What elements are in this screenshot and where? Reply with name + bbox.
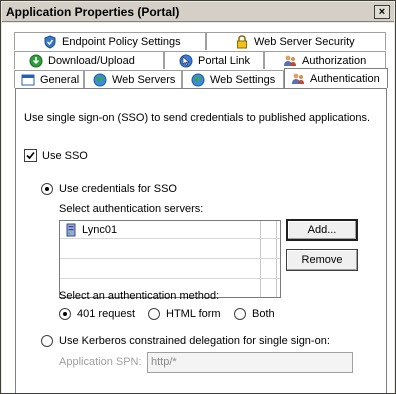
method-both-label: Both bbox=[252, 308, 275, 320]
server-icon bbox=[64, 223, 78, 237]
globe-icon bbox=[191, 73, 205, 87]
tab-label: Download/Upload bbox=[48, 54, 135, 67]
tab-endpoint-policy-settings[interactable]: Endpoint Policy Settings bbox=[14, 32, 206, 50]
add-button[interactable]: Add... bbox=[286, 219, 358, 241]
dialog-window: Application Properties (Portal) × Endpoi… bbox=[0, 0, 396, 394]
tab-web-server-security[interactable]: Web Server Security bbox=[206, 32, 386, 50]
tab-label: Web Servers bbox=[112, 73, 176, 86]
use-credentials-label: Use credentials for SSO bbox=[59, 183, 177, 195]
spn-input[interactable]: http/* bbox=[147, 352, 353, 373]
server-name: Lync01 bbox=[82, 224, 118, 236]
portal-link-icon bbox=[179, 54, 193, 68]
tab-label: General bbox=[40, 73, 80, 86]
method-both-radio[interactable] bbox=[234, 308, 246, 320]
tab-portal-link[interactable]: Portal Link bbox=[164, 51, 264, 69]
list-item[interactable]: Lync01 bbox=[61, 222, 279, 238]
listbox-row-divider bbox=[60, 278, 280, 279]
tab-label: Portal Link bbox=[198, 54, 250, 67]
kerberos-label: Use Kerberos constrained delegation for … bbox=[59, 335, 330, 347]
tab-label: Endpoint Policy Settings bbox=[62, 35, 181, 48]
padlock-icon bbox=[235, 34, 249, 49]
auth-servers-listbox[interactable]: Lync01 bbox=[59, 220, 281, 298]
tab-download-upload[interactable]: Download/Upload bbox=[14, 51, 164, 69]
sso-description: Use single sign-on (SSO) to send credent… bbox=[24, 112, 371, 124]
users-key-icon bbox=[291, 72, 305, 86]
radio-dot-icon bbox=[45, 187, 49, 191]
auth-method-label: Select an authentication method: bbox=[59, 290, 220, 302]
tab-label: Authorization bbox=[302, 54, 367, 67]
method-401-radio[interactable] bbox=[59, 308, 71, 320]
tab-label: Authentication bbox=[310, 72, 380, 85]
tab-web-settings[interactable]: Web Settings bbox=[182, 70, 284, 88]
use-sso-label: Use SSO bbox=[42, 150, 88, 162]
title-bar[interactable]: Application Properties (Portal) × bbox=[2, 2, 394, 22]
dialog-body: Endpoint Policy Settings Web Server Secu… bbox=[2, 23, 394, 393]
radio-dot-icon bbox=[63, 312, 67, 316]
method-html-form-radio[interactable] bbox=[148, 308, 160, 320]
tab-label: Web Settings bbox=[210, 73, 276, 86]
window-icon bbox=[21, 73, 35, 87]
window-title: Application Properties (Portal) bbox=[6, 5, 180, 19]
tab-general[interactable]: General bbox=[14, 70, 84, 88]
users-icon bbox=[283, 54, 297, 68]
use-credentials-radio[interactable] bbox=[41, 183, 53, 195]
download-icon bbox=[29, 54, 43, 68]
method-401-label: 401 request bbox=[77, 308, 136, 320]
close-button[interactable]: × bbox=[374, 5, 390, 19]
shield-check-icon bbox=[43, 34, 57, 49]
select-servers-label: Select authentication servers: bbox=[59, 203, 204, 215]
listbox-row-divider bbox=[60, 238, 280, 239]
kerberos-radio[interactable] bbox=[41, 335, 53, 347]
tab-web-servers[interactable]: Web Servers bbox=[84, 70, 182, 88]
use-sso-checkbox[interactable] bbox=[24, 149, 37, 162]
tab-authentication[interactable]: Authentication bbox=[284, 68, 388, 88]
spn-label: Application SPN: bbox=[59, 356, 142, 368]
globe-icon bbox=[93, 73, 107, 87]
tab-label: Web Server Security bbox=[254, 35, 355, 48]
method-html-form-label: HTML form bbox=[166, 308, 221, 320]
remove-button[interactable]: Remove bbox=[286, 249, 358, 271]
checkmark-icon bbox=[26, 151, 35, 160]
tab-authorization[interactable]: Authorization bbox=[264, 51, 386, 69]
listbox-row-divider bbox=[60, 258, 280, 259]
